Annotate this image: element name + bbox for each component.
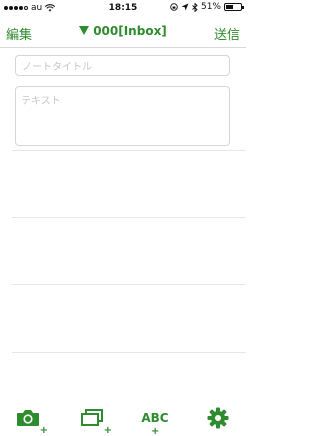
note-text-placeholder: テキスト (21, 96, 61, 107)
triangle-down-icon (79, 26, 90, 35)
note-title-placeholder: ノートタイトル (22, 62, 92, 73)
lock-rotation-icon (170, 3, 178, 11)
text-icon: ABC (141, 411, 169, 425)
status-bar: au 18:15 51% (0, 0, 246, 18)
location-icon (181, 3, 189, 11)
battery-icon (224, 3, 244, 11)
divider (12, 150, 246, 151)
settings-button[interactable] (204, 406, 232, 430)
note-title-input[interactable]: ノートタイトル (15, 55, 230, 76)
notebook-title: 000[Inbox] (93, 24, 167, 38)
status-right: 51% (170, 2, 244, 12)
divider (12, 352, 246, 353)
photo-library-icon (81, 409, 103, 426)
battery-percent: 51% (200, 2, 221, 12)
nav-bar: 編集 000[Inbox] 送信 (0, 18, 246, 48)
add-plus-icon: + (39, 425, 48, 436)
add-plus-icon: + (151, 426, 160, 436)
photo-library-button[interactable]: + (78, 406, 112, 436)
bottom-toolbar: + + ABC + (0, 398, 246, 436)
divider (12, 217, 246, 218)
gear-icon (207, 407, 229, 429)
camera-button[interactable]: + (14, 406, 48, 436)
send-button[interactable]: 送信 (214, 24, 240, 43)
camera-icon (17, 410, 39, 426)
notebook-selector[interactable]: 000[Inbox] (0, 24, 246, 38)
add-plus-icon: + (103, 425, 112, 436)
bluetooth-icon (192, 2, 198, 12)
divider (12, 284, 246, 285)
text-button[interactable]: ABC + (138, 406, 172, 436)
note-text-area[interactable]: テキスト (15, 86, 230, 146)
